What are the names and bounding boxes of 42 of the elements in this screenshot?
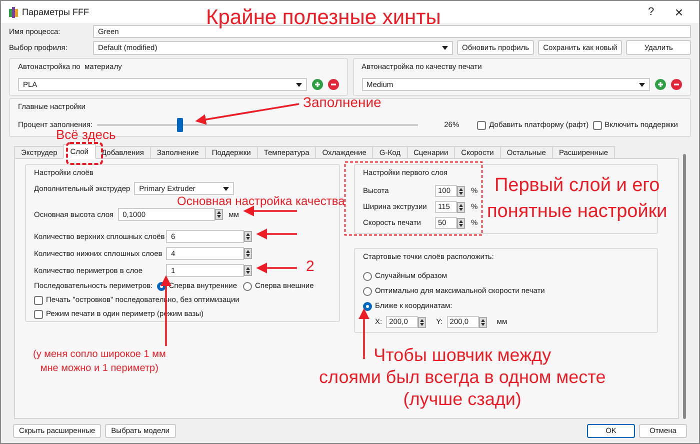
caret-icon [442, 46, 448, 50]
spin-buttons[interactable] [457, 218, 465, 228]
checkbox[interactable] [592, 120, 602, 130]
remove-icon[interactable] [328, 79, 338, 90]
annotation-text: Основная настройка качества [177, 195, 345, 207]
remove-icon[interactable] [671, 79, 682, 90]
spin-buttons[interactable] [244, 231, 252, 242]
help-button[interactable]: ? [639, 7, 663, 17]
close-button[interactable]: × [667, 7, 691, 17]
annotation-text: Всё здесь [56, 128, 116, 141]
annotation-arrow [256, 262, 297, 274]
add-icon[interactable] [312, 79, 322, 90]
spin-buttons[interactable] [418, 316, 426, 328]
spin-buttons[interactable] [244, 265, 252, 276]
radio-button[interactable] [363, 302, 372, 310]
caret-icon [639, 82, 645, 86]
annotation-arrow [256, 228, 297, 240]
caret-icon [223, 186, 230, 190]
app-logo-icon [9, 6, 18, 18]
checkbox[interactable] [34, 296, 43, 304]
annotation-text: Первый слой и его понятные настройки [487, 174, 668, 224]
scrollbar[interactable] [683, 154, 686, 419]
annotation-text: 2 [306, 258, 314, 275]
annotation-text: Заполнение [303, 94, 382, 110]
radio-button[interactable] [363, 286, 372, 296]
spin-buttons[interactable] [457, 202, 465, 212]
annotation-arrow [243, 206, 297, 216]
caret-icon [296, 82, 302, 86]
checkbox[interactable] [34, 310, 43, 318]
spin-buttons[interactable] [457, 186, 465, 196]
add-icon[interactable] [655, 79, 666, 90]
window-title: Параметры FFF [22, 7, 89, 17]
annotation-arrow [358, 308, 370, 359]
radio-button[interactable] [363, 272, 372, 280]
checkbox[interactable] [477, 120, 486, 130]
dashed-highlight-frame [66, 142, 103, 165]
annotation-text: Чтобы шовчик между слоями был всегда в одном месте (лучше сзади) [319, 344, 606, 410]
radio-button[interactable] [243, 282, 252, 290]
annotation-text: (у меня сопло широкое 1 мм мне можно и 1 периметр) [33, 348, 166, 376]
slider-thumb[interactable] [177, 118, 184, 132]
slider-track[interactable] [96, 118, 418, 132]
spin-buttons[interactable] [244, 248, 252, 259]
